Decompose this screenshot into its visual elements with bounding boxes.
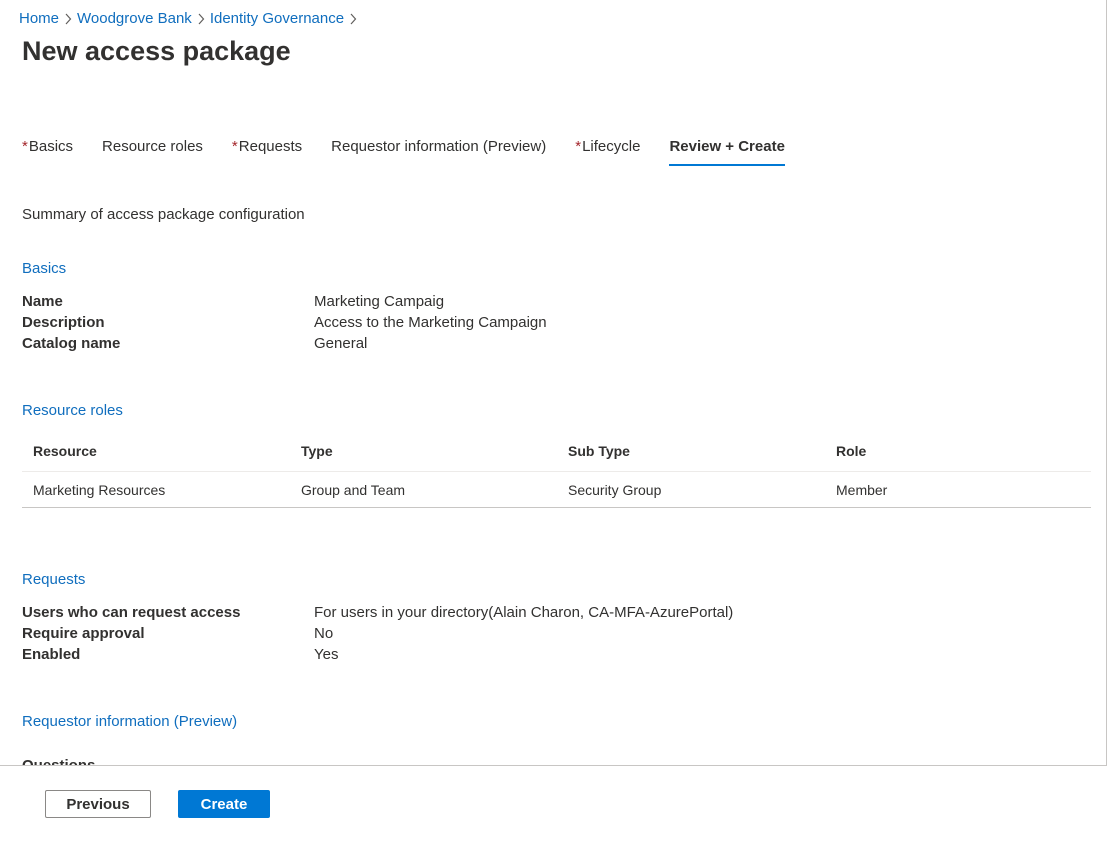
detail-value: Yes (314, 646, 339, 663)
detail-key: Catalog name (22, 335, 121, 352)
tab-label: Review + Create (669, 138, 785, 155)
chevron-right-icon (192, 10, 210, 27)
tab-requests[interactable]: *Requests (232, 136, 302, 166)
tab-basics[interactable]: *Basics (22, 136, 73, 166)
questions-label: Questions (22, 755, 95, 765)
detail-key: Enabled (22, 646, 81, 663)
section-heading-requestor-information: Requestor information (Preview) (22, 713, 238, 730)
column-header: Type (301, 443, 333, 459)
column-header: Role (836, 443, 867, 459)
tab-lifecycle[interactable]: *Lifecycle (575, 136, 640, 166)
detail-row: Require approval No (22, 623, 922, 644)
chevron-right-icon (344, 10, 362, 27)
detail-row: Users who can request access For users i… (22, 602, 922, 623)
detail-key: Description (22, 314, 105, 331)
tab-label: Resource roles (102, 138, 203, 155)
summary-text: Summary of access package configuration (22, 206, 305, 223)
detail-value: General (314, 335, 368, 352)
detail-value: Marketing Campaig (314, 293, 445, 310)
required-marker: * (231, 138, 238, 155)
basics-details: Name Marketing Campaig Description Acces… (22, 291, 922, 354)
requests-details: Users who can request access For users i… (22, 602, 922, 665)
table-cell: Group and Team (301, 482, 406, 498)
required-marker: * (575, 138, 582, 155)
tab-label: Lifecycle (582, 138, 641, 155)
wizard-tabs: *Basics Resource roles *Requests Request… (22, 136, 814, 168)
create-button[interactable]: Create (178, 790, 270, 818)
tab-label: Requestor information (Preview) (331, 138, 547, 155)
detail-row: Name Marketing Campaig (22, 291, 922, 312)
detail-row: Description Access to the Marketing Camp… (22, 312, 922, 333)
section-heading-requests: Requests (22, 571, 86, 588)
detail-value: For users in your directory(Alain Charon… (314, 604, 734, 621)
detail-key: Users who can request access (22, 604, 241, 621)
tab-label: Requests (238, 138, 303, 155)
table-cell: Member (836, 482, 888, 498)
tab-label: Basics (28, 138, 74, 155)
wizard-footer: Previous Create (0, 765, 1107, 840)
detail-key: Name (22, 293, 63, 310)
page-title: New access package (22, 36, 291, 66)
column-header: Resource (33, 443, 97, 459)
detail-row: Enabled Yes (22, 644, 922, 665)
table-cell: Marketing Resources (33, 482, 166, 498)
breadcrumb: Home Woodgrove Bank Identity Governance (19, 8, 362, 28)
detail-value: No (314, 625, 334, 642)
detail-value: Access to the Marketing Campaign (314, 314, 547, 331)
table-cell: Security Group (568, 482, 662, 498)
breadcrumb-woodgrove-bank[interactable]: Woodgrove Bank (77, 10, 192, 27)
previous-button[interactable]: Previous (45, 790, 151, 818)
breadcrumb-identity-governance[interactable]: Identity Governance (210, 10, 344, 27)
table-header: Resource Type Sub Type Role (22, 432, 1091, 472)
tab-resource-roles[interactable]: Resource roles (102, 136, 203, 166)
tab-requestor-information[interactable]: Requestor information (Preview) (331, 136, 546, 166)
required-marker: * (22, 138, 28, 155)
table-row: Marketing Resources Group and Team Secur… (22, 472, 1091, 508)
section-heading-resource-roles: Resource roles (22, 402, 123, 419)
section-heading-basics: Basics (22, 260, 67, 277)
detail-key: Require approval (22, 625, 145, 642)
resource-roles-table: Resource Type Sub Type Role Marketing Re… (22, 432, 1091, 508)
chevron-right-icon (59, 10, 77, 27)
column-header: Sub Type (568, 443, 630, 459)
detail-row: Catalog name General (22, 333, 922, 354)
tab-review-create[interactable]: Review + Create (669, 136, 786, 166)
breadcrumb-home[interactable]: Home (19, 10, 59, 27)
